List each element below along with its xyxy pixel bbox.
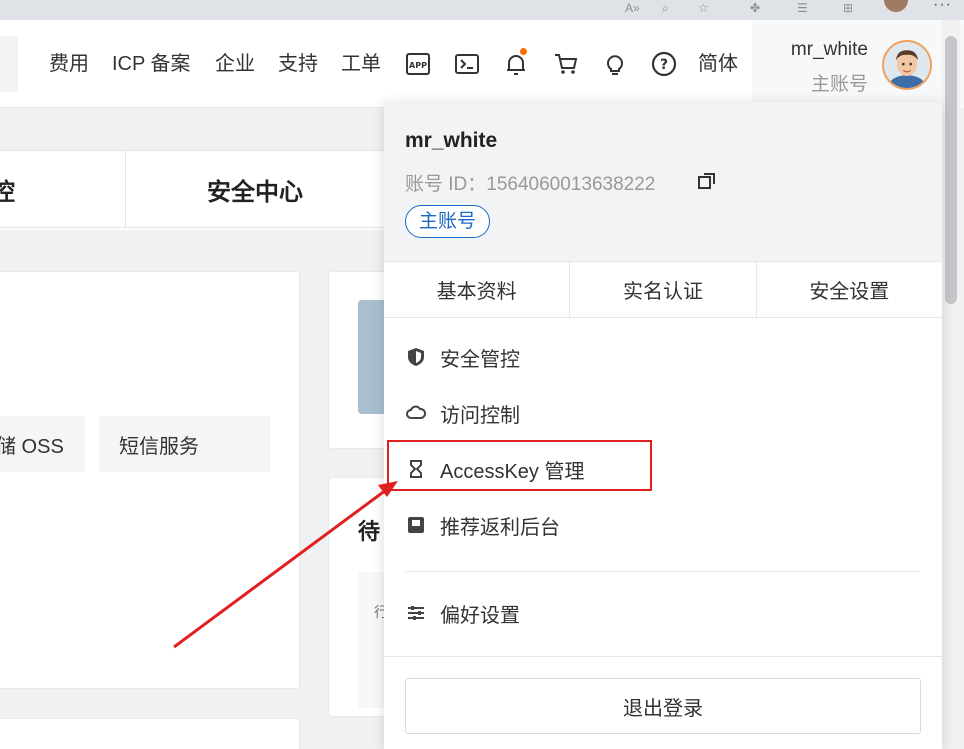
menu-security-control-label: 安全管控 — [440, 348, 520, 371]
search-input[interactable] — [0, 36, 18, 92]
chip-sms-label: 短信服务 — [119, 435, 199, 458]
help-icon[interactable]: ? — [649, 47, 679, 81]
collections-icon[interactable]: ⊞ — [843, 1, 853, 15]
language-switch[interactable]: 简体 — [698, 50, 738, 78]
avatar[interactable] — [882, 40, 932, 90]
copy-icon[interactable] — [696, 170, 718, 192]
more-icon[interactable]: ··· — [933, 0, 952, 14]
extensions-icon[interactable]: ✤ — [750, 1, 760, 15]
menu-divider — [405, 571, 920, 572]
user-dropdown-panel: mr_white 账号 ID：1564060013638222 主账号 基本资料… — [384, 102, 942, 749]
account-id: 账号 ID：1564060013638222 — [405, 169, 655, 196]
page-scrollbar-thumb[interactable] — [945, 36, 957, 304]
nav-ticket[interactable]: 工单 — [341, 50, 381, 78]
shield-icon — [406, 347, 426, 367]
account-id-value: 1564060013638222 — [486, 174, 656, 195]
add-favorite-icon[interactable]: ☆ — [698, 1, 709, 15]
browser-toolbar: A» ⌕ ☆ ✤ ☰ ⊞ ··· — [0, 0, 964, 20]
account-tabs: 基本资料 实名认证 安全设置 — [384, 261, 942, 318]
tab-basic-info[interactable]: 基本资料 — [384, 262, 571, 317]
menu-rebate-label: 推荐返利后台 — [440, 516, 560, 539]
nav-billing[interactable]: 费用 — [49, 50, 89, 78]
lightbulb-icon[interactable] — [600, 47, 630, 81]
user-menu-trigger[interactable]: mr_white 主账号 — [752, 20, 964, 108]
bell-icon[interactable] — [501, 47, 531, 81]
chip-sms[interactable]: 短信服务 — [99, 416, 270, 472]
browser-profile-avatar[interactable] — [884, 0, 908, 12]
nav-support[interactable]: 支持 — [278, 50, 318, 78]
svg-text:?: ? — [660, 57, 668, 73]
notification-dot — [520, 48, 527, 55]
tab-security-settings[interactable]: 安全设置 — [757, 262, 942, 317]
sliders-icon — [406, 603, 426, 623]
user-name: mr_white — [790, 39, 868, 60]
tab-real-name[interactable]: 实名认证 — [570, 262, 757, 317]
tab-security-center[interactable]: 安全中心 — [125, 150, 425, 228]
account-name: mr_white — [405, 129, 498, 152]
menu-access-control-label: 访问控制 — [440, 404, 520, 427]
app-icon[interactable]: APP — [403, 47, 433, 81]
role-badge: 主账号 — [405, 205, 491, 238]
user-role: 主账号 — [810, 74, 868, 95]
top-header: 费用 ICP 备案 企业 支持 工单 APP ? 简体 mr_white 主账号 — [0, 20, 964, 108]
service-tab-strip: 控 安全中心 — [0, 150, 425, 230]
menu-rebate[interactable]: 推荐返利后台 — [384, 497, 942, 553]
cart-icon[interactable] — [551, 47, 581, 81]
logout-divider — [384, 656, 942, 657]
annotation-highlight-box — [387, 440, 652, 491]
logout-button[interactable]: 退出登录 — [405, 678, 921, 734]
todo-card-title: 待 — [358, 519, 381, 544]
nav-enterprise[interactable]: 企业 — [215, 50, 255, 78]
menu-preferences-label: 偏好设置 — [440, 604, 520, 627]
menu-security-control[interactable]: 安全管控 — [384, 329, 942, 385]
zoom-icon[interactable]: ⌕ — [662, 1, 669, 15]
cloud-icon — [406, 403, 426, 423]
terminal-icon[interactable] — [452, 47, 482, 81]
chip-oss[interactable]: 储 OSS — [0, 416, 85, 472]
tab-security-center-label: 安全中心 — [207, 178, 303, 206]
tab-control[interactable]: 控 — [0, 150, 126, 228]
menu-access-control[interactable]: 访问控制 — [384, 385, 942, 441]
product-card — [0, 271, 300, 689]
read-aloud-icon[interactable]: A» — [625, 1, 640, 15]
svg-text:APP: APP — [409, 61, 427, 70]
nav-icp[interactable]: ICP 备案 — [112, 50, 191, 78]
favorites-icon[interactable]: ☰ — [797, 1, 808, 15]
product-card-lower — [0, 718, 300, 749]
chip-oss-label: 储 OSS — [0, 435, 64, 458]
rebate-icon — [406, 515, 426, 535]
menu-preferences[interactable]: 偏好设置 — [384, 585, 942, 641]
tab-control-label: 控 — [0, 178, 15, 206]
account-summary: mr_white 账号 ID：1564060013638222 主账号 — [384, 102, 942, 261]
account-id-label: 账号 ID： — [405, 174, 487, 195]
